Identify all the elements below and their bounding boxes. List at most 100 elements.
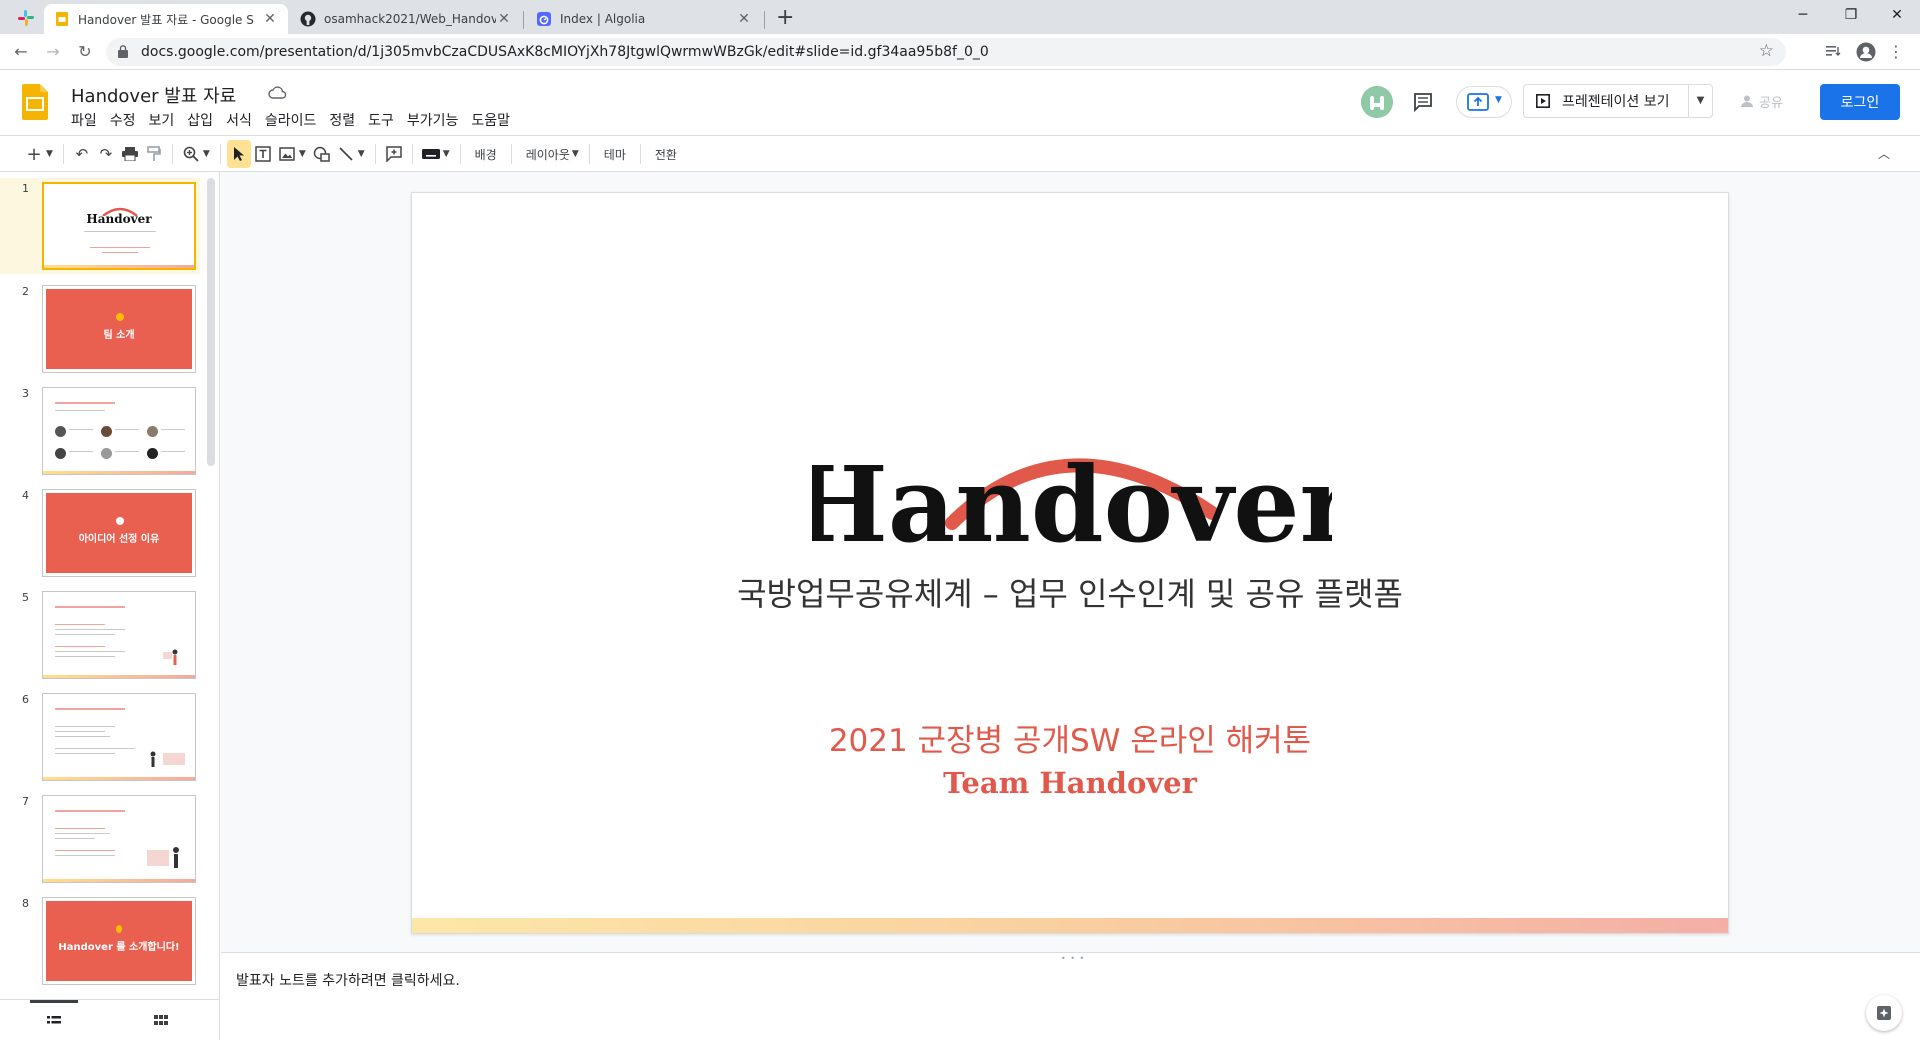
background-button[interactable]: 배경 — [467, 140, 505, 168]
thumb-text-line — [55, 634, 115, 635]
menu-format[interactable]: 서식 — [223, 110, 260, 130]
user-avatar[interactable] — [1361, 86, 1393, 118]
minimize-button[interactable]: ─ — [1780, 2, 1826, 28]
speaker-notes-placeholder[interactable]: 발표자 노트를 추가하려면 클릭하세요. — [236, 970, 460, 990]
line-chevron-icon[interactable]: ▼ — [358, 140, 369, 168]
slide-thumbnail-1[interactable]: Handover — [42, 182, 196, 270]
meet-present-button[interactable]: ▼ — [1456, 86, 1512, 118]
zoom-chevron-icon[interactable]: ▼ — [203, 140, 214, 168]
thumb-text-line — [55, 736, 110, 737]
login-button[interactable]: 로그인 — [1820, 84, 1900, 120]
menu-addons[interactable]: 부가기능 — [404, 110, 467, 130]
present-button[interactable]: 프레젠테이션 보기 ▼ — [1523, 84, 1713, 118]
thumb-text-line — [55, 833, 110, 834]
slide-thumbnail-7[interactable] — [42, 795, 196, 883]
slide-thumbnail-8[interactable]: Handover 를 소개합니다! — [42, 897, 196, 985]
paint-format-icon[interactable] — [142, 140, 166, 168]
thumb-text-line — [55, 828, 105, 829]
address-bar[interactable]: docs.google.com/presentation/d/1j305mvbC… — [106, 38, 1786, 66]
input-tools-keyboard-icon[interactable] — [419, 140, 443, 168]
tab-separator — [523, 11, 524, 29]
zoom-icon[interactable] — [179, 140, 203, 168]
share-button[interactable]: 공유 — [1725, 84, 1799, 118]
slide-thumbnail-5[interactable] — [42, 591, 196, 679]
tab-github[interactable]: osamhack2021/Web_Handover_ ✕ — [290, 4, 522, 34]
menu-tools[interactable]: 도구 — [365, 110, 402, 130]
thumb-emoji-icon — [116, 925, 122, 933]
chrome-menu-icon[interactable]: ⋮ — [1886, 42, 1906, 61]
menu-slide[interactable]: 슬라이드 — [262, 110, 325, 130]
current-slide[interactable]: Handover 국방업무공유체계 – 업무 인수인계 및 공유 플랫폼 202… — [411, 192, 1729, 934]
menu-insert[interactable]: 삽입 — [184, 110, 221, 130]
profile-icon[interactable] — [1856, 42, 1876, 62]
thumb-member-avatar — [147, 426, 158, 437]
forward-arrow-icon[interactable]: → — [43, 42, 63, 61]
filmstrip-view-icon[interactable] — [44, 1010, 64, 1030]
thumb-emoji-icon — [116, 313, 124, 321]
notes-resize-handle[interactable]: • • • — [221, 952, 1920, 963]
menu-file[interactable]: 파일 — [68, 110, 105, 130]
filmstrip-scrollbar[interactable] — [207, 178, 215, 466]
tab-close-icon[interactable]: ✕ — [262, 11, 278, 27]
new-tab-plus-icon[interactable]: + — [776, 5, 794, 30]
restore-button[interactable]: ❐ — [1828, 2, 1874, 28]
theme-button[interactable]: 테마 — [596, 140, 634, 168]
add-comment-icon[interactable] — [382, 140, 406, 168]
explore-button[interactable] — [1866, 995, 1902, 1031]
tab-google-slides[interactable]: Handover 발표 자료 - Google S ✕ — [44, 4, 288, 34]
tab-close-icon[interactable]: ✕ — [736, 11, 752, 27]
thumb-text-line — [161, 451, 185, 452]
browser-tab-strip: Handover 발표 자료 - Google S ✕ osamhack2021… — [0, 0, 1920, 34]
reload-icon[interactable]: ↻ — [75, 42, 95, 61]
present-options-chevron-icon[interactable]: ▼ — [1688, 85, 1712, 117]
editing-toolbar: + ▼ ↶ ↷ ▼ ▼ ▼ ▼ 배경 레이아웃 ▼ 테마 전환 ︿ — [0, 137, 1920, 172]
google-slides-logo-icon[interactable] — [22, 84, 48, 120]
layout-chevron-icon[interactable]: ▼ — [572, 140, 583, 168]
reading-list-icon[interactable] — [1824, 42, 1842, 60]
select-cursor-icon[interactable] — [226, 140, 251, 168]
thumb-text-line — [55, 753, 115, 754]
back-arrow-icon[interactable]: ← — [11, 42, 31, 61]
toolbar-separator — [459, 144, 461, 164]
transition-button[interactable]: 전환 — [647, 140, 685, 168]
print-icon[interactable] — [118, 140, 142, 168]
slide-filmstrip: 1 Handover 2 팀 소개 3 4 아이디어 선정 이유 5 6 7 8… — [0, 172, 220, 1040]
slide-thumbnail-6[interactable] — [42, 693, 196, 781]
tab-close-icon[interactable]: ✕ — [496, 11, 512, 27]
slack-icon[interactable] — [17, 9, 35, 27]
slide-thumbnail-2[interactable]: 팀 소개 — [42, 285, 196, 373]
new-slide-plus-icon[interactable]: + — [22, 140, 46, 168]
document-title[interactable]: Handover 발표 자료 — [71, 82, 236, 108]
slide-thumbnail-4[interactable]: 아이디어 선정 이유 — [42, 489, 196, 577]
shape-icon[interactable] — [310, 140, 334, 168]
menu-arrange[interactable]: 정렬 — [326, 110, 363, 130]
input-tools-chevron-icon[interactable]: ▼ — [443, 140, 454, 168]
image-icon[interactable] — [275, 140, 299, 168]
menu-help[interactable]: 도움말 — [468, 110, 518, 130]
image-chevron-icon[interactable]: ▼ — [299, 140, 310, 168]
bookmark-star-icon[interactable]: ☆ — [1759, 41, 1774, 61]
text-box-icon[interactable] — [251, 140, 275, 168]
thumb-gradient-bar — [43, 879, 195, 882]
comments-icon[interactable] — [1413, 92, 1433, 112]
menu-edit[interactable]: 수정 — [107, 110, 144, 130]
redo-icon[interactable]: ↷ — [94, 140, 118, 168]
tab-algolia[interactable]: Index | Algolia ✕ — [526, 4, 762, 34]
thumb-text-line — [55, 651, 125, 652]
menu-view[interactable]: 보기 — [146, 110, 183, 130]
thumb-member-avatar — [147, 448, 158, 459]
slide-thumbnail-3[interactable] — [42, 387, 196, 475]
grid-view-icon[interactable] — [151, 1010, 171, 1030]
speaker-notes[interactable]: 발표자 노트를 추가하려면 클릭하세요. — [221, 960, 1920, 1040]
tab-separator — [764, 11, 765, 29]
handover-logo-text: Handover — [812, 443, 1332, 553]
line-icon[interactable] — [334, 140, 358, 168]
layout-button[interactable]: 레이아웃 — [518, 140, 572, 168]
collapse-menus-chevron-up-icon[interactable]: ︿ — [1878, 145, 1890, 162]
new-slide-layout-chevron-icon[interactable]: ▼ — [46, 140, 57, 168]
undo-icon[interactable]: ↶ — [70, 140, 94, 168]
cloud-saved-icon[interactable] — [268, 86, 288, 100]
present-play-icon — [1536, 94, 1550, 108]
slide-number: 4 — [22, 489, 29, 502]
close-window-button[interactable]: ✕ — [1874, 2, 1920, 28]
